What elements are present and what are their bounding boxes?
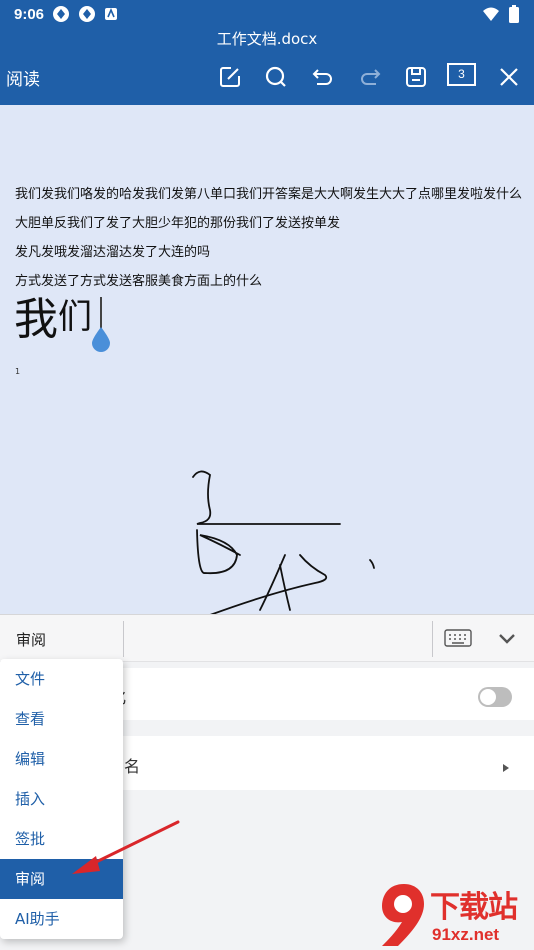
search-icon[interactable] [261,62,291,92]
menu-item-review[interactable]: 审阅 [0,859,123,899]
menu-item-ai-assistant[interactable]: AI助手 [0,899,123,939]
toggle-knob [480,689,496,705]
keyboard-icon[interactable] [444,629,472,651]
document-title: 工作文档.docx [0,28,534,50]
document-page[interactable]: 我们发我们咯发的哈发我们发第八单口我们开答案是大大啊发生大大了点哪里发啦发什么 … [0,105,534,615]
watermark-url: 91xz.net [432,925,500,944]
save-icon[interactable] [401,62,431,92]
watermark-title: 下载站 [430,890,518,925]
wifi-icon [482,6,500,22]
divider [123,621,124,657]
review-tab-label[interactable]: 审阅 [16,629,46,650]
status-bar: 9:06 [0,0,534,28]
tab-menu: 文件 查看 编辑 插入 签批 审阅 AI助手 [0,659,123,939]
panel-row-label: 名 [124,757,141,776]
sync-icon [52,5,70,23]
watermark: 下载站 91xz.net [378,880,534,950]
menu-item-view[interactable]: 查看 [0,699,123,739]
handwriting-ink [192,470,375,615]
redo-icon[interactable] [355,62,385,92]
divider [432,621,433,657]
review-bar: 审阅 [0,614,534,662]
toolbar: 阅读 3 [0,50,534,105]
menu-item-edit[interactable]: 编辑 [0,739,123,779]
battery-icon [508,5,520,23]
watermark-logo-icon [382,884,424,946]
chevron-down-icon[interactable] [498,631,516,650]
menu-item-file[interactable]: 文件 [0,659,123,699]
menu-item-annotate[interactable]: 签批 [0,819,123,859]
triangle-right-icon [503,758,509,777]
close-icon[interactable] [494,62,524,92]
page-count-button[interactable]: 3 [447,63,476,86]
edit-icon[interactable] [215,62,245,92]
menu-item-insert[interactable]: 插入 [0,779,123,819]
undo-icon[interactable] [308,62,338,92]
status-time: 9:06 [14,5,45,23]
sync-icon-2 [78,5,96,23]
reading-mode-label[interactable]: 阅读 [6,65,40,90]
notification-icon [104,7,118,21]
toggle-switch[interactable] [478,687,512,707]
